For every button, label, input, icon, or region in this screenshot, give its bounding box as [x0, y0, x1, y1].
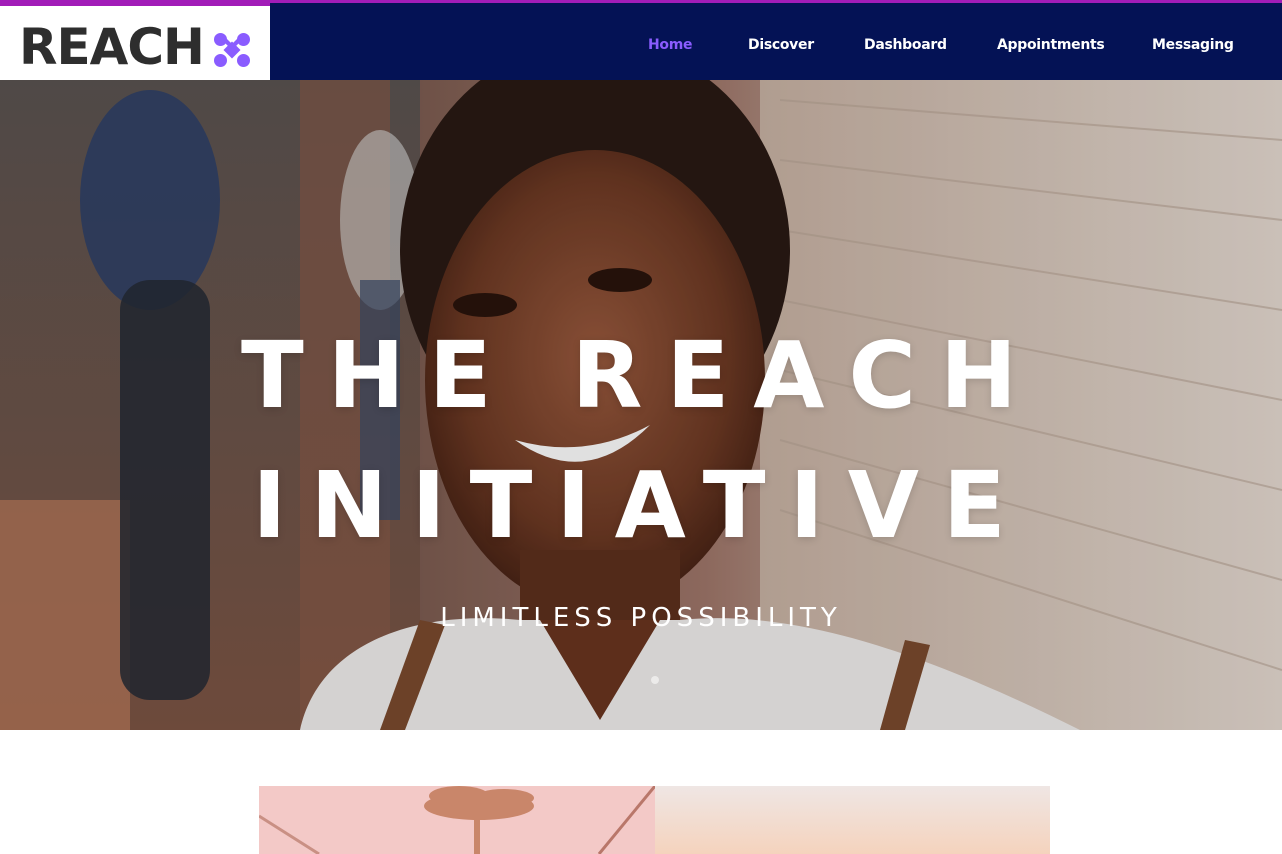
nav-messaging[interactable]: Messaging [1152, 36, 1234, 54]
logo-text: REACH [19, 18, 205, 76]
top-navigation-bar: REACH Home Discover Dashboard Appointmen… [0, 0, 1282, 83]
hero-section: THE REACH INITIATIVE LIMITLESS POSSIBILI… [0, 80, 1282, 730]
hero-title-line-1: THE REACH [240, 322, 1042, 429]
nav-discover[interactable]: Discover [748, 36, 814, 54]
pastel-sky-photo [655, 786, 1050, 854]
hero-title-line-2: INITIATIVE [252, 452, 1030, 559]
feature-card-left[interactable] [259, 786, 655, 854]
nav-home[interactable]: Home [648, 36, 693, 54]
nav-appointments[interactable]: Appointments [997, 36, 1105, 54]
slide-indicator-dot[interactable] [651, 676, 659, 684]
nav-dashboard[interactable]: Dashboard [864, 36, 947, 54]
palm-tree-sunset-photo [259, 786, 655, 854]
feature-cards [259, 786, 1050, 854]
x-mark-icon [214, 33, 250, 67]
logo[interactable]: REACH [0, 3, 270, 83]
hero-subtitle: LIMITLESS POSSIBILITY [440, 603, 842, 633]
feature-card-right[interactable] [655, 786, 1050, 854]
